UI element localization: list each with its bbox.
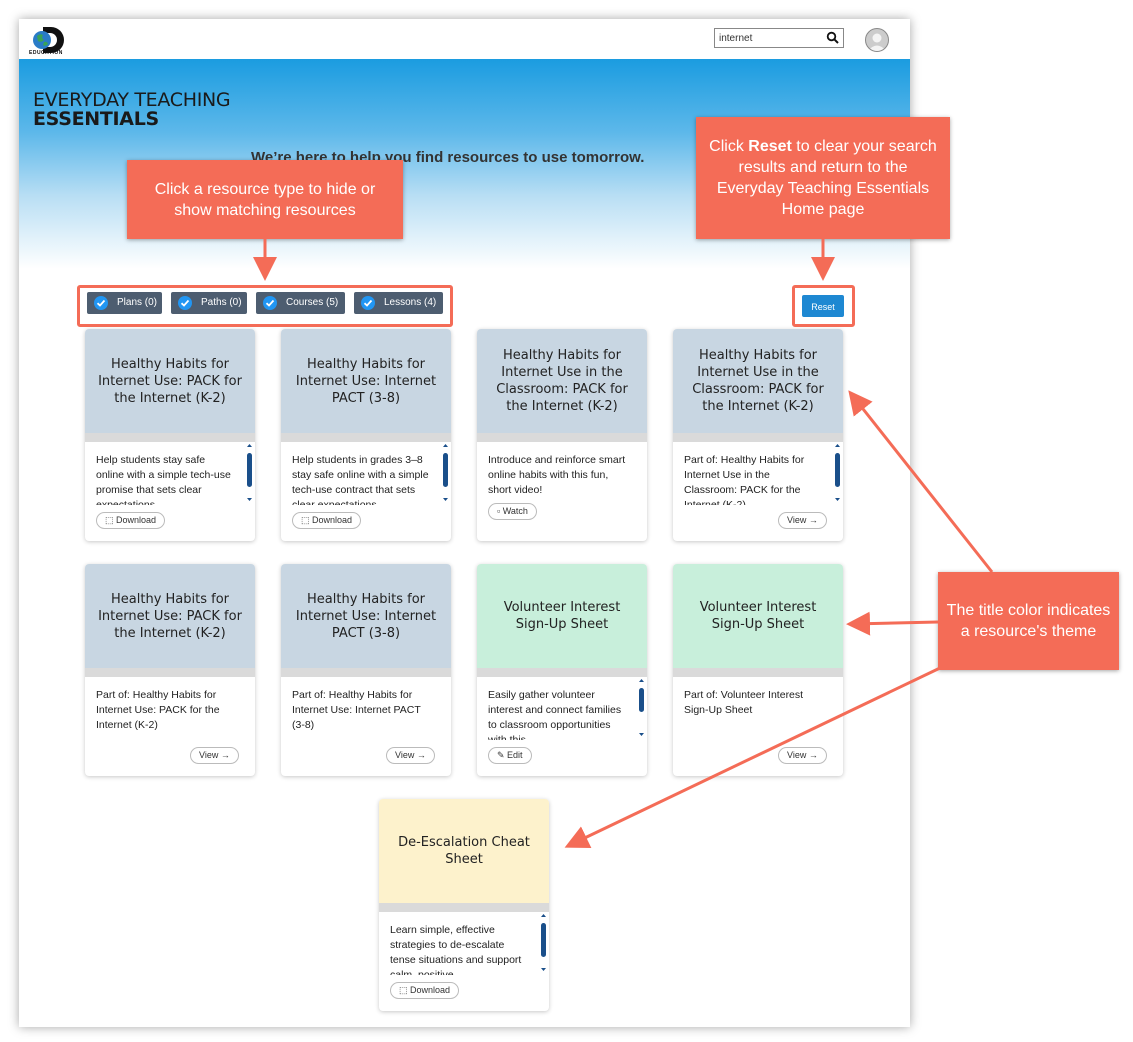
reset-highlight-box	[792, 285, 855, 327]
discovery-education-logo[interactable]: EDUCATION	[29, 25, 73, 57]
card-title[interactable]: Healthy Habits for Internet Use in the C…	[673, 329, 843, 433]
callout-filter: Click a resource type to hide or show ma…	[127, 160, 403, 239]
card-action-label: Download	[410, 985, 451, 995]
edit-icon: ✎	[497, 750, 508, 760]
card-title[interactable]: Volunteer Interest Sign-Up Sheet	[477, 564, 647, 668]
resource-card[interactable]: De-Escalation Cheat Sheet Learn simple, …	[379, 799, 549, 1011]
resource-card[interactable]: Healthy Habits for Internet Use in the C…	[673, 329, 843, 541]
card-description: Part of: Healthy Habits for Internet Use…	[292, 689, 421, 731]
card-description: Part of: Volunteer Interest Sign-Up Shee…	[684, 689, 804, 716]
resource-card[interactable]: Healthy Habits for Internet Use: PACK fo…	[85, 564, 255, 776]
download-icon: ⬚	[399, 985, 411, 995]
card-description: Introduce and reinforce smart online hab…	[488, 454, 626, 496]
card-title[interactable]: De-Escalation Cheat Sheet	[379, 799, 549, 903]
resource-card[interactable]: Healthy Habits for Internet Use: Interne…	[281, 564, 451, 776]
card-description: Easily gather volunteer interest and con…	[488, 689, 622, 740]
card-view-button[interactable]: View →	[386, 747, 435, 764]
card-divider	[477, 433, 647, 442]
hero-title-line2: ESSENTIALS	[33, 108, 159, 130]
download-icon: ⬚	[105, 515, 117, 525]
card-divider	[477, 668, 647, 677]
card-action-button[interactable]: ⬚ Download	[96, 512, 166, 529]
card-scrollbar[interactable]	[540, 913, 547, 975]
download-icon: ⬚	[301, 515, 313, 525]
card-action-button[interactable]: ⬚ Download	[292, 512, 362, 529]
card-scrollbar[interactable]	[442, 443, 449, 505]
resource-card[interactable]: Healthy Habits for Internet Use: PACK fo…	[85, 329, 255, 541]
card-scrollbar[interactable]	[246, 443, 253, 505]
card-divider	[379, 903, 549, 912]
resource-card[interactable]: Volunteer Interest Sign-Up Sheet Part of…	[673, 564, 843, 776]
card-action-label: Edit	[507, 750, 523, 760]
card-description: Part of: Healthy Habits for Internet Use…	[684, 454, 805, 505]
resource-card[interactable]: Healthy Habits for Internet Use in the C…	[477, 329, 647, 541]
card-divider	[85, 668, 255, 677]
card-divider	[281, 668, 451, 677]
card-action-button[interactable]: ⬚ Download	[390, 982, 460, 999]
card-scrollbar[interactable]	[834, 443, 841, 505]
card-title[interactable]: Healthy Habits for Internet Use in the C…	[477, 329, 647, 433]
card-view-button[interactable]: View →	[190, 747, 239, 764]
resource-card[interactable]: Volunteer Interest Sign-Up Sheet Easily …	[477, 564, 647, 776]
search-icon[interactable]	[826, 31, 840, 45]
callout-reset-prefix: Click	[709, 138, 749, 155]
resource-card[interactable]: Healthy Habits for Internet Use: Interne…	[281, 329, 451, 541]
search-box[interactable]	[714, 28, 844, 48]
card-view-button[interactable]: View →	[778, 747, 827, 764]
card-action-label: Download	[312, 515, 353, 525]
card-action-label: Watch	[502, 506, 528, 516]
top-bar: EDUCATION	[19, 19, 910, 59]
card-view-button[interactable]: View →	[778, 512, 827, 529]
search-input[interactable]	[719, 32, 824, 45]
card-divider	[673, 668, 843, 677]
logo-text: EDUCATION	[29, 50, 63, 56]
card-description: Part of: Healthy Habits for Internet Use…	[96, 689, 220, 731]
callout-theme: The title color indicates a resource's t…	[938, 572, 1119, 670]
card-divider	[673, 433, 843, 442]
card-divider	[85, 433, 255, 442]
card-description: Learn simple, effective strategies to de…	[390, 924, 522, 975]
card-action-button[interactable]: ▫ Watch	[488, 503, 537, 520]
card-action-button[interactable]: ✎ Edit	[488, 747, 532, 764]
card-action-label: Download	[116, 515, 157, 525]
user-avatar-icon[interactable]	[865, 28, 889, 52]
card-title[interactable]: Volunteer Interest Sign-Up Sheet	[673, 564, 843, 668]
card-description: Help students in grades 3–8 stay safe on…	[292, 454, 429, 505]
card-title[interactable]: Healthy Habits for Internet Use: Interne…	[281, 329, 451, 433]
card-title[interactable]: Healthy Habits for Internet Use: Interne…	[281, 564, 451, 668]
card-title[interactable]: Healthy Habits for Internet Use: PACK fo…	[85, 329, 255, 433]
card-description: Help students stay safe online with a si…	[96, 454, 231, 505]
card-title[interactable]: Healthy Habits for Internet Use: PACK fo…	[85, 564, 255, 668]
card-divider	[281, 433, 451, 442]
filter-highlight-box	[77, 285, 453, 327]
callout-reset: Click Reset to clear your search results…	[696, 117, 950, 239]
card-scrollbar[interactable]	[638, 678, 645, 740]
callout-reset-bold: Reset	[748, 138, 792, 155]
